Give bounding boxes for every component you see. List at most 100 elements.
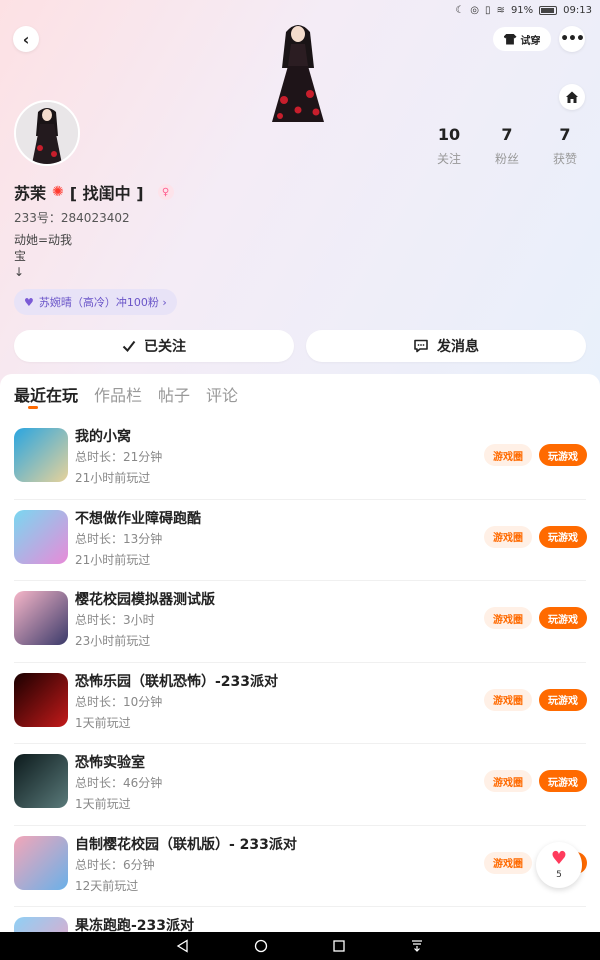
profile-content: 最近在玩 作品栏 帖子 评论 我的小窝 总时长：21分钟 21小时前玩过 游戏圈… <box>0 374 600 960</box>
tab-posts[interactable]: 帖子 <box>158 382 190 406</box>
user-id: 233号：284023402 <box>14 211 130 225</box>
more-button[interactable]: ••• <box>559 26 585 52</box>
avatar-image <box>16 102 78 164</box>
game-list-item[interactable]: 恐怖实验室 总时长：46分钟 1天前玩过 游戏圈 玩游戏 <box>0 744 600 826</box>
stat-followers[interactable]: 7 粉丝 <box>478 125 536 167</box>
fan-badge-text: 苏婉晴（高冷）冲100粉 › <box>38 296 167 309</box>
like-floating-button[interactable]: ♥ 5 <box>536 842 582 888</box>
username-text: 苏茉 <box>14 184 47 203</box>
game-duration: 总时长：3小时 <box>75 613 155 627</box>
send-message-button[interactable]: 发消息 <box>306 330 586 362</box>
game-circle-button[interactable]: 游戏圈 <box>484 525 532 548</box>
stat-following[interactable]: 10 关注 <box>420 125 478 167</box>
follow-label: 已关注 <box>144 339 186 355</box>
nav-dropdown-icon[interactable] <box>408 937 426 955</box>
clock: 09:13 <box>563 4 592 16</box>
avatar[interactable] <box>14 100 80 166</box>
game-icon[interactable] <box>14 591 68 645</box>
female-gender-icon: ♀ <box>157 184 174 200</box>
game-title: 恐怖乐园（联机恐怖）-233派对 <box>75 673 279 690</box>
play-game-button[interactable]: 玩游戏 <box>539 525 587 548</box>
nav-recents-icon[interactable] <box>330 937 348 955</box>
battery-percent: 91% <box>510 4 534 16</box>
game-icon[interactable] <box>14 428 68 482</box>
user-bio: 动她=动我 宝 ↓ <box>14 233 73 279</box>
game-last-played: 23小时前玩过 <box>75 634 151 648</box>
game-last-played: 12天前玩过 <box>75 878 139 893</box>
alarm-icon: ◎ <box>470 4 480 16</box>
username-suffix: [ 找闺中 ] <box>69 184 144 203</box>
game-duration: 总时长：13分钟 <box>75 531 163 546</box>
game-list: 我的小窝 总时长：21分钟 21小时前玩过 游戏圈 玩游戏 不想做作业障碍跑酷 … <box>0 418 600 960</box>
game-list-item[interactable]: 不想做作业障碍跑酷 总时长：13分钟 21小时前玩过 游戏圈 玩游戏 <box>0 500 600 581</box>
tab-works[interactable]: 作品栏 <box>94 382 142 406</box>
stat-label: 关注 <box>436 152 461 166</box>
play-game-button[interactable]: 玩游戏 <box>539 444 587 466</box>
game-last-played: 1天前玩过 <box>75 715 131 730</box>
stat-number: 10 <box>437 125 461 144</box>
game-list-item[interactable]: 我的小窝 总时长：21分钟 21小时前玩过 游戏圈 玩游戏 <box>0 418 600 500</box>
game-icon[interactable] <box>14 754 68 808</box>
try-on-button[interactable]: 试穿 <box>493 27 551 51</box>
back-button[interactable]: ‹ <box>13 26 39 52</box>
game-icon[interactable] <box>14 835 68 890</box>
status-bar: ☾ ◎ ▯ ≋ 91% 09:13 <box>0 0 600 20</box>
game-circle-button[interactable]: 游戏圈 <box>484 851 532 874</box>
tab-recent-played[interactable]: 最近在玩 <box>14 382 78 406</box>
game-icon[interactable] <box>14 509 68 564</box>
game-duration: 总时长：6分钟 <box>75 857 155 872</box>
heart-icon: ♥ <box>550 848 568 869</box>
game-last-played: 21小时前玩过 <box>75 552 151 567</box>
tab-comments[interactable]: 评论 <box>206 382 238 406</box>
heart-icon: ♥ <box>24 295 34 309</box>
game-title: 自制樱花校园（联机版）- 233派对 <box>75 836 297 853</box>
username: 苏茉 ✺ [ 找闺中 ] ♀ <box>14 180 174 204</box>
stat-number: 7 <box>559 125 571 144</box>
stat-label: 粉丝 <box>494 152 519 166</box>
avatar-character-figure[interactable] <box>258 18 338 122</box>
game-circle-button[interactable]: 游戏圈 <box>484 770 532 792</box>
vibrate-icon: ▯ <box>485 4 491 16</box>
game-last-played: 21小时前玩过 <box>75 471 151 485</box>
game-list-item[interactable]: 樱花校园模拟器测试版 总时长：3小时 23小时前玩过 游戏圈 玩游戏 <box>0 581 600 663</box>
nav-back-icon[interactable] <box>174 937 192 955</box>
game-circle-button[interactable]: 游戏圈 <box>484 607 532 629</box>
game-title: 恐怖实验室 <box>75 755 145 771</box>
game-duration: 总时长：10分钟 <box>75 694 163 709</box>
game-icon[interactable] <box>14 672 68 727</box>
profile-stats: 10 关注 7 粉丝 7 获赞 <box>420 125 600 167</box>
play-game-button[interactable]: 玩游戏 <box>539 607 587 629</box>
system-nav-bar <box>0 932 600 960</box>
more-dots-icon: ••• <box>560 31 585 47</box>
nav-home-icon[interactable] <box>252 937 270 955</box>
stat-label: 获赞 <box>552 152 577 166</box>
game-title: 我的小窝 <box>75 429 131 445</box>
game-list-item[interactable]: 恐怖乐园（联机恐怖）-233派对 总时长：10分钟 1天前玩过 游戏圈 玩游戏 <box>0 663 600 744</box>
game-circle-button[interactable]: 游戏圈 <box>484 688 532 711</box>
like-count: 5 <box>556 870 562 880</box>
play-game-button[interactable]: 玩游戏 <box>539 770 587 792</box>
stat-number: 7 <box>501 125 513 144</box>
play-game-button[interactable]: 玩游戏 <box>539 688 587 711</box>
game-title: 不想做作业障碍跑酷 <box>75 510 201 527</box>
battery-icon <box>539 5 558 15</box>
game-list-item[interactable]: 自制樱花校园（联机版）- 233派对 总时长：6分钟 12天前玩过 游戏圈 玩游… <box>0 826 600 907</box>
game-duration: 总时长：46分钟 <box>75 776 163 790</box>
follow-button[interactable]: 已关注 <box>14 330 294 362</box>
game-circle-button[interactable]: 游戏圈 <box>484 444 532 466</box>
shirt-icon <box>503 33 517 45</box>
home-button[interactable] <box>559 84 585 110</box>
stat-likes[interactable]: 7 获赞 <box>536 125 594 167</box>
moon-icon: ☾ <box>455 4 465 16</box>
chat-icon <box>414 339 428 353</box>
game-duration: 总时长：21分钟 <box>75 450 163 464</box>
wifi-icon: ≋ <box>496 4 505 16</box>
home-icon <box>566 91 578 103</box>
game-title: 樱花校园模拟器测试版 <box>75 592 215 608</box>
game-last-played: 1天前玩过 <box>75 797 131 811</box>
active-tab-indicator <box>28 406 38 409</box>
message-label: 发消息 <box>437 339 479 355</box>
check-icon <box>122 340 136 352</box>
chevron-left-icon: ‹ <box>22 29 30 49</box>
fan-badge[interactable]: ♥ 苏婉晴（高冷）冲100粉 › <box>14 289 177 315</box>
